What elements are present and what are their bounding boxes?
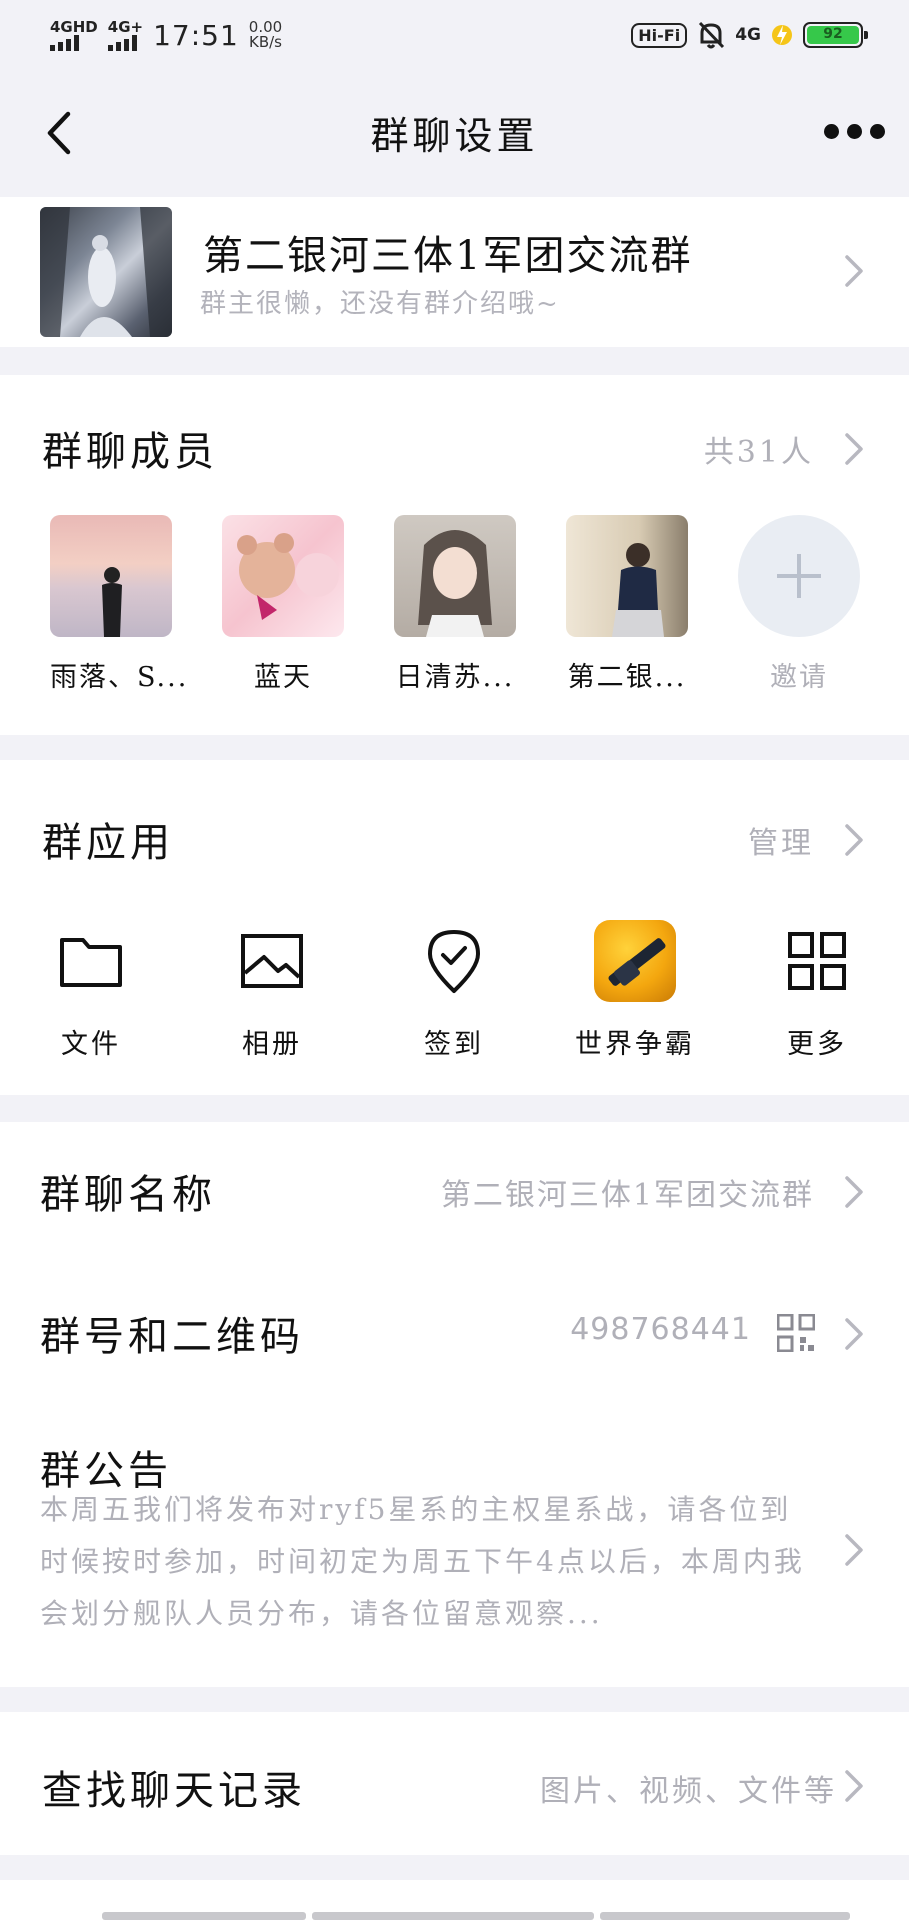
apps-title: 群应用: [42, 820, 174, 866]
app-checkin[interactable]: 签到: [389, 920, 519, 1061]
signal-1-label: 4GHD: [50, 18, 98, 36]
members-count[interactable]: 共31人: [704, 427, 814, 471]
bell-muted-icon: [699, 21, 725, 49]
member-item[interactable]: 第二银...: [566, 515, 688, 694]
qr-code-icon: [777, 1314, 815, 1352]
app-game[interactable]: 世界争霸: [570, 920, 700, 1061]
checkin-pin-icon: [428, 930, 480, 993]
group-name: 第二银河三体1军团交流群: [203, 233, 693, 279]
member-name: 蓝天: [254, 662, 312, 693]
bottom-partial-strip: [0, 1880, 909, 1920]
chevron-right-icon: [845, 1318, 863, 1350]
status-time: 17:51: [153, 18, 239, 52]
group-avatar: [40, 207, 172, 337]
app-more[interactable]: 更多: [752, 920, 882, 1061]
hifi-badge: Hi-Fi: [631, 22, 688, 48]
signal-bars-icon: [50, 35, 79, 51]
member-item[interactable]: 雨落、S...: [50, 515, 189, 694]
folder-icon: [60, 938, 122, 987]
image-icon: [241, 934, 303, 988]
member-item[interactable]: 蓝天: [222, 515, 344, 694]
member-avatar: [566, 515, 688, 637]
signal-2: 4G+: [107, 18, 144, 51]
member-avatar: [222, 515, 344, 637]
page-title: 群聊设置: [370, 114, 539, 158]
chevron-right-icon: [845, 255, 863, 287]
app-label: 文件: [61, 1029, 121, 1060]
more-icon[interactable]: [824, 124, 885, 139]
group-notice-text: 本周五我们将发布对ryf5星系的主权星系战，请各位到时候按时参加，时间初定为周五…: [40, 1493, 805, 1630]
charging-bolt-icon: [772, 25, 792, 45]
network-speed: 0.00 KB/s: [249, 20, 282, 50]
plus-icon: [738, 515, 860, 637]
app-album[interactable]: 相册: [207, 920, 337, 1061]
app-label: 更多: [787, 1029, 847, 1060]
member-avatar: [50, 515, 172, 637]
invite-label: 邀请: [770, 662, 828, 693]
group-name-row[interactable]: 群聊名称 第二银河三体1军团交流群: [0, 1122, 909, 1262]
chevron-right-icon: [845, 1534, 863, 1566]
search-history-hint: 图片、视频、文件等: [540, 1774, 837, 1809]
member-name: 第二银...: [567, 662, 687, 693]
group-id-row[interactable]: 群号和二维码 498768441: [0, 1262, 909, 1402]
status-left: 4GHD 4G+ 17:51 0.00 KB/s: [50, 19, 282, 52]
signal-1: 4GHD: [50, 19, 98, 51]
group-name-label: 群聊名称: [40, 1172, 216, 1218]
network-type: 4G: [735, 25, 761, 45]
game-app-icon: [594, 920, 676, 1002]
signal-bars-icon: [107, 35, 137, 51]
member-name: 雨落、S...: [50, 662, 189, 693]
battery-level: 92: [807, 26, 859, 44]
members-title: 群聊成员: [42, 429, 218, 475]
members-card: 群聊成员 共31人 雨落、S... 蓝天 日清苏... 第二银... 邀请: [0, 375, 909, 735]
member-item[interactable]: 日清苏...: [394, 515, 516, 694]
speed-unit: KB/s: [249, 33, 282, 51]
member-name: 日清苏...: [395, 662, 515, 693]
search-history-row[interactable]: 查找聊天记录 图片、视频、文件等: [0, 1712, 909, 1855]
signal-2-label: 4G+: [107, 18, 144, 36]
group-name-value: 第二银河三体1军团交流群: [440, 1178, 814, 1213]
chevron-right-icon: [845, 1176, 863, 1208]
group-notice-row[interactable]: 群公告 本周五我们将发布对ryf5星系的主权星系战，请各位到时候按时参加，时间初…: [0, 1402, 909, 1687]
battery-icon: 92: [803, 22, 868, 48]
nav-bar: 群聊设置: [0, 70, 909, 195]
group-info-card: 群聊名称 第二银河三体1军团交流群 群号和二维码 498768441 群公告 本…: [0, 1122, 909, 1687]
status-right: Hi-Fi 4G 92: [631, 20, 868, 50]
status-bar: 4GHD 4G+ 17:51 0.00 KB/s Hi-Fi 4G 92: [0, 0, 909, 70]
app-label: 相册: [242, 1029, 302, 1060]
group-intro: 群主很懒，还没有群介绍哦~: [200, 289, 560, 319]
group-header-card[interactable]: 第二银河三体1军团交流群 群主很懒，还没有群介绍哦~: [0, 197, 909, 347]
chevron-right-icon[interactable]: [843, 822, 865, 858]
group-id-value: 498768441: [570, 1312, 751, 1347]
app-label: 世界争霸: [575, 1029, 695, 1060]
back-icon[interactable]: [40, 108, 80, 158]
chevron-right-icon[interactable]: [843, 431, 865, 467]
app-files[interactable]: 文件: [26, 920, 156, 1061]
member-avatar: [394, 515, 516, 637]
invite-button[interactable]: 邀请: [738, 515, 860, 694]
group-apps-card: 群应用 管理 文件 相册 签到 世界争霸 更多: [0, 760, 909, 1095]
app-label: 签到: [424, 1029, 484, 1060]
apps-manage[interactable]: 管理: [748, 818, 814, 862]
search-history-label: 查找聊天记录: [42, 1768, 306, 1814]
chevron-right-icon: [845, 1770, 863, 1802]
grid-icon: [788, 932, 846, 990]
group-id-label: 群号和二维码: [40, 1314, 304, 1360]
